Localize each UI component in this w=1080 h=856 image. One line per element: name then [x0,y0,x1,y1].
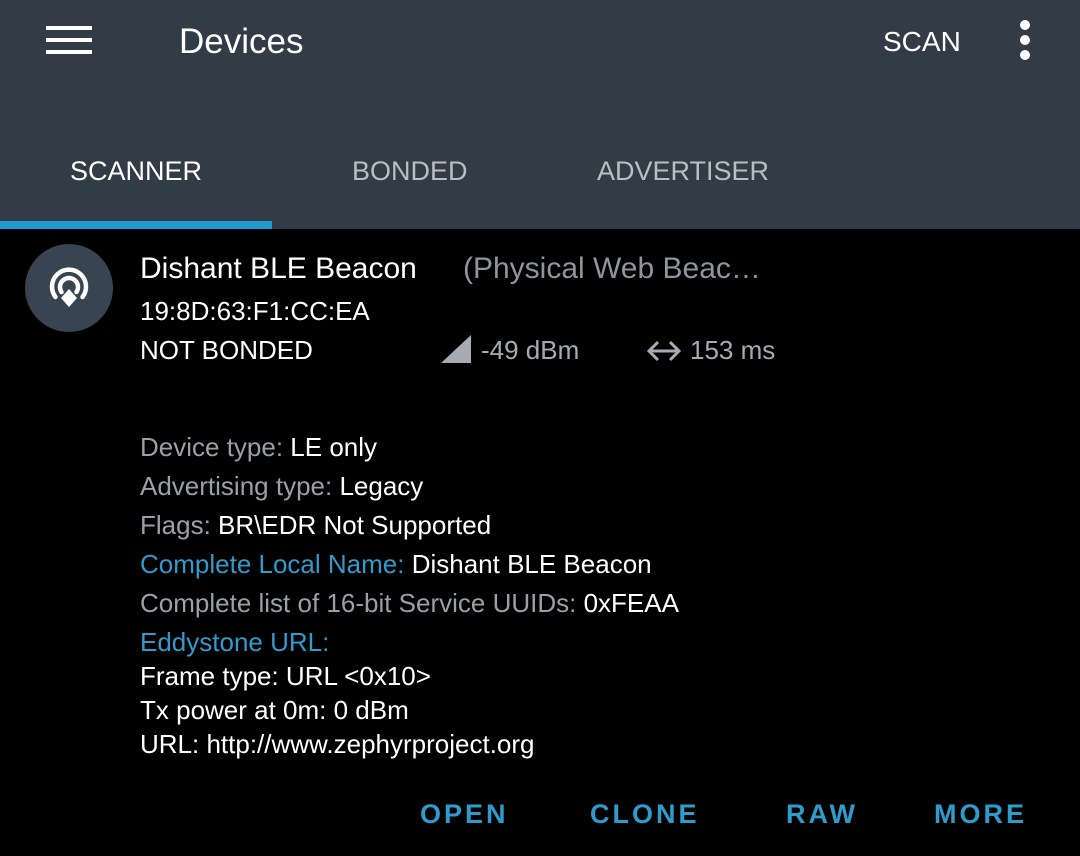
detail-label: Complete Local Name: [140,549,412,579]
device-mac-address: 19:8D:63:F1:CC:EA [140,296,370,326]
more-button[interactable]: MORE [934,796,1027,832]
detail-label: Device type: [140,432,291,462]
tab-advertiser[interactable]: ADVERTISER [597,153,769,189]
eddystone-beacon-icon [49,267,89,307]
tab-scanner[interactable]: SCANNER [70,153,202,189]
detail-value: Dishant BLE Beacon [411,549,652,579]
detail-label: Complete list of 16-bit Service UUIDs: [140,588,584,618]
detail-label: Advertising type: [140,471,340,501]
detail-flags: Flags: BR\EDR Not Supported [140,508,491,542]
rssi-value: -49 dBm [481,335,580,365]
advertising-interval: 153 ms [690,335,776,365]
detail-value: Legacy [339,471,424,501]
detail-device-type: Device type: LE only [140,430,377,464]
bond-state: NOT BONDED [140,335,313,365]
detail-service-uuids: Complete list of 16-bit Service UUIDs: 0… [140,586,679,620]
detail-label: Flags: [140,510,219,540]
detail-value: BR\EDR Not Supported [218,510,492,540]
eddystone-frame-type: Frame type: URL <0x10> [140,661,431,691]
clone-button[interactable]: CLONE [590,796,700,832]
eddystone-url: URL: http://www.zephyrproject.org [140,729,535,759]
signal-strength-icon [441,335,471,363]
raw-button[interactable]: RAW [786,796,858,832]
tab-bonded[interactable]: BONDED [352,153,468,189]
device-type-label: (Physical Web Beac… [463,252,761,285]
detail-value: 0xFEAA [583,588,679,618]
open-button[interactable]: OPEN [420,796,509,832]
detail-advertising-type: Advertising type: Legacy [140,469,423,503]
page-title: Devices [179,22,304,61]
more-vert-icon[interactable] [1013,20,1037,62]
detail-value: LE only [290,432,378,462]
device-avatar [25,244,113,332]
app-bar: Devices SCAN SCANNER BONDED ADVERTISER [0,0,1080,229]
detail-local-name: Complete Local Name: Dishant BLE Beacon [140,547,652,581]
eddystone-tx-power: Tx power at 0m: 0 dBm [140,695,409,725]
hamburger-menu-icon[interactable] [46,26,92,56]
interval-arrows-icon [646,340,682,362]
eddystone-url-label: Eddystone URL: [140,627,330,657]
scan-button[interactable]: SCAN [883,24,961,60]
tab-indicator [0,221,272,229]
device-name: Dishant BLE Beacon [140,252,417,285]
